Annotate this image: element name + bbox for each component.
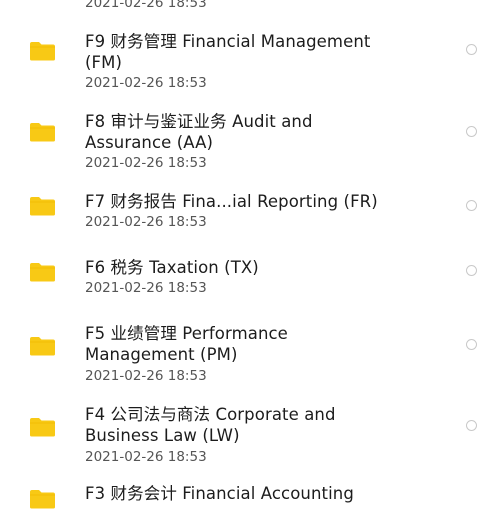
select-radio[interactable]: [466, 126, 477, 137]
folder-icon: [30, 490, 55, 509]
folder-icon: [30, 197, 55, 216]
folder-icon: [30, 263, 55, 282]
select-radio[interactable]: [466, 44, 477, 55]
file-name: F4 公司法与商法 Corporate and Business Law (LW…: [85, 405, 336, 445]
folder-icon: [30, 123, 55, 142]
file-date: 2021-02-26 18:53: [85, 214, 207, 230]
file-name: F3 财务会计 Financial Accounting: [85, 484, 354, 503]
folder-icon: [30, 418, 55, 437]
file-name: F9 财务管理 Financial Management (FM): [85, 32, 371, 72]
select-radio[interactable]: [466, 265, 477, 276]
file-name: F5 业绩管理 Performance Management (PM): [85, 324, 288, 364]
file-name: F7 财务报告 Fina...ial Reporting (FR): [85, 192, 378, 211]
file-name: F6 税务 Taxation (TX): [85, 258, 259, 277]
file-name: F8 审计与鉴证业务 Audit and Assurance (AA): [85, 112, 313, 152]
folder-icon: [30, 42, 55, 61]
file-date: 2021-02-26 18:53: [85, 280, 207, 296]
folder-icon: [30, 337, 55, 356]
file-date: 2021-02-26 18:53: [85, 0, 207, 11]
file-date: 2021-02-26 18:53: [85, 449, 207, 465]
file-date: 2021-02-26 18:53: [85, 155, 207, 171]
select-radio[interactable]: [466, 200, 477, 211]
select-radio[interactable]: [466, 420, 477, 431]
file-date: 2021-02-26 18:53: [85, 368, 207, 384]
select-radio[interactable]: [466, 339, 477, 350]
file-date: 2021-02-26 18:53: [85, 75, 207, 91]
